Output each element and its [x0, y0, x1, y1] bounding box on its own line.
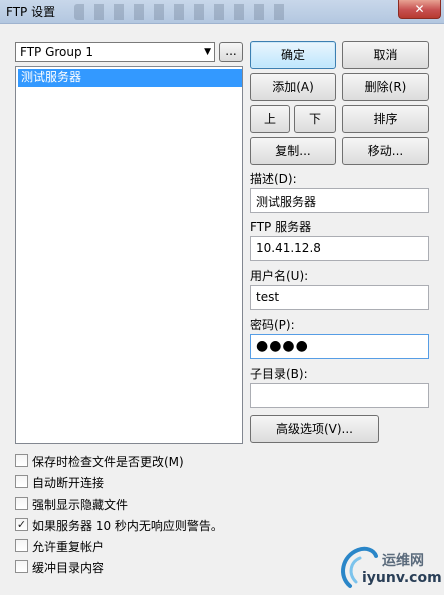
option-label: 强制显示隐藏文件 [32, 498, 129, 512]
watermark-logo: 运维网 iyunv.com [336, 542, 442, 592]
delete-server-button[interactable]: 删除(R) [342, 73, 429, 101]
option-label: 如果服务器 10 秒内无响应则警告。 [32, 519, 223, 533]
title-bar: FTP 设置 ✕ [0, 0, 444, 24]
subdirectory-field[interactable] [250, 383, 429, 408]
advanced-options-button-label: 高级选项(V)... [275, 422, 354, 436]
copy-button[interactable]: 复制... [250, 137, 336, 165]
edit-groups-button-label: ... [225, 44, 237, 58]
cancel-button[interactable]: 取消 [342, 41, 429, 69]
chevron-down-icon: ▼ [204, 47, 211, 57]
username-field[interactable]: test [250, 285, 429, 310]
checkbox[interactable] [15, 475, 28, 488]
username-label: 用户名(U): [250, 269, 309, 283]
ftp-server-value: 10.41.12.8 [256, 241, 321, 255]
password-field[interactable]: ●●●● [250, 334, 429, 359]
copy-button-label: 复制... [275, 144, 311, 158]
move-down-button-label: 下 [308, 112, 321, 126]
cancel-button-label: 取消 [373, 48, 398, 62]
description-value: 测试服务器 [256, 195, 317, 209]
checkbox[interactable] [15, 539, 28, 552]
ftp-server-label: FTP 服务器 [250, 220, 312, 234]
description-field[interactable]: 测试服务器 [250, 188, 429, 213]
watermark-cn-text: 运维网 [382, 553, 424, 569]
background-toolbar-icons [74, 4, 294, 20]
ftp-settings-dialog: FTP 设置 ✕ FTP Group 1 ▼ ... 测试服务器 确定 取消 添… [0, 0, 444, 595]
option-label: 缓冲目录内容 [32, 561, 105, 575]
close-icon: ✕ [414, 2, 425, 16]
edit-groups-button[interactable]: ... [219, 42, 243, 62]
close-button[interactable]: ✕ [398, 0, 441, 19]
server-list[interactable]: 测试服务器 [15, 66, 243, 444]
sort-button-label: 排序 [373, 112, 398, 126]
option-label: 保存时检查文件是否更改(M) [32, 455, 184, 469]
username-value: test [256, 290, 280, 304]
window-title: FTP 设置 [6, 5, 56, 19]
ftp-group-select[interactable]: FTP Group 1 ▼ [15, 42, 215, 62]
checkbox[interactable] [15, 454, 28, 467]
subdirectory-label: 子目录(B): [250, 367, 308, 381]
list-item[interactable]: 测试服务器 [18, 69, 242, 87]
ftp-group-select-value: FTP Group 1 [20, 45, 94, 59]
move-button[interactable]: 移动... [342, 137, 429, 165]
checkbox[interactable] [15, 560, 28, 573]
checkbox[interactable]: ✓ [15, 518, 28, 531]
password-value: ●●●● [256, 338, 309, 354]
move-button-label: 移动... [367, 144, 404, 158]
ok-button[interactable]: 确定 [250, 41, 336, 69]
add-server-button[interactable]: 添加(A) [250, 73, 336, 101]
option-label: 允许重复帐户 [32, 540, 105, 554]
password-label: 密码(P): [250, 318, 295, 332]
add-server-button-label: 添加(A) [272, 80, 314, 94]
option-label: 自动断开连接 [32, 476, 105, 490]
sort-button[interactable]: 排序 [342, 105, 429, 133]
description-label: 描述(D): [250, 172, 297, 186]
ftp-server-field[interactable]: 10.41.12.8 [250, 236, 429, 261]
checkmark-icon: ✓ [16, 518, 27, 531]
advanced-options-button[interactable]: 高级选项(V)... [250, 415, 379, 443]
watermark-en-text: iyunv.com [362, 570, 442, 586]
checkbox[interactable] [15, 497, 28, 510]
ok-button-label: 确定 [280, 48, 305, 62]
move-up-button[interactable]: 上 [250, 105, 290, 133]
delete-server-button-label: 删除(R) [364, 80, 407, 94]
move-down-button[interactable]: 下 [294, 105, 336, 133]
move-up-button-label: 上 [263, 112, 276, 126]
